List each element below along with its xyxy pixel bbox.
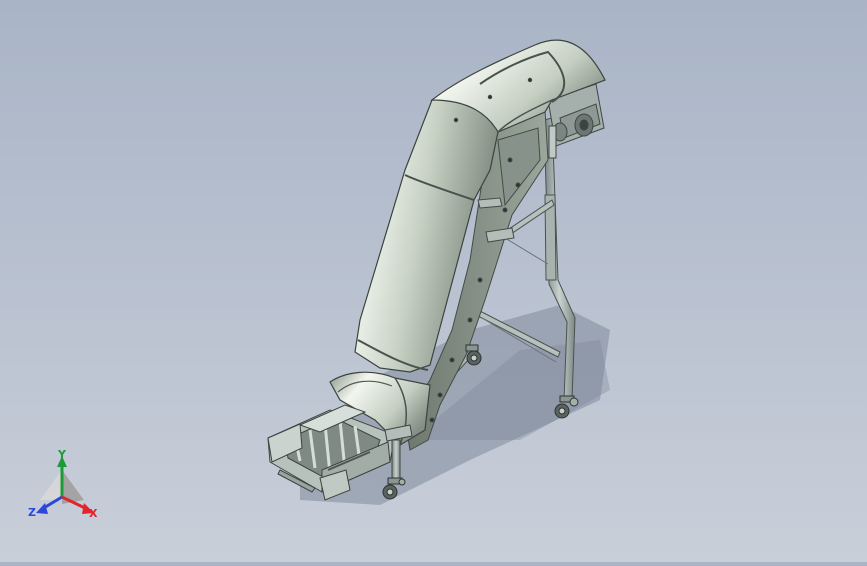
z-axis-label: Z	[28, 506, 36, 519]
cad-viewport[interactable]: Y X Z	[0, 0, 867, 562]
view-orientation-triad: Y X Z	[28, 448, 98, 520]
y-axis-label: Y	[57, 448, 67, 461]
model-canvas: Y X Z	[28, 39, 610, 520]
x-axis-label: X	[89, 507, 98, 520]
z-axis-arrow-icon	[36, 503, 48, 514]
